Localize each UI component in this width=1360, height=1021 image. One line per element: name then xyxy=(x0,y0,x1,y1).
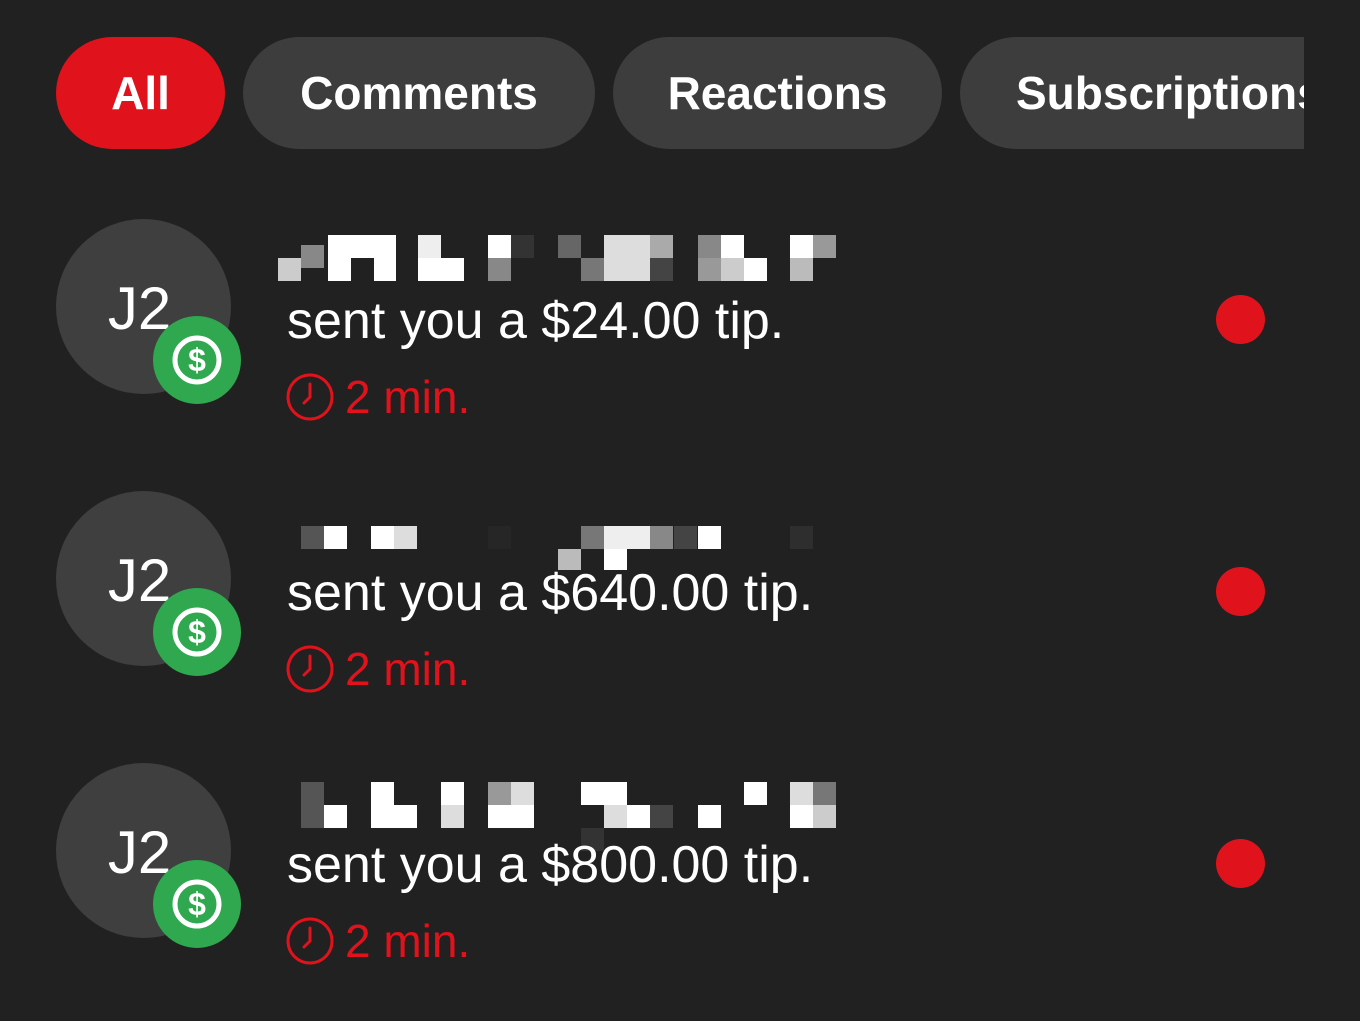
unread-dot xyxy=(1216,295,1265,344)
filter-tabs: All Comments Reactions Subscriptions xyxy=(0,37,1304,149)
notification-time: 2 min. xyxy=(285,371,470,423)
tab-comments[interactable]: Comments xyxy=(243,37,595,149)
unread-dot xyxy=(1216,567,1265,616)
time-label: 2 min. xyxy=(345,915,471,967)
tab-reactions[interactable]: Reactions xyxy=(613,37,942,149)
notification-message: sent you a $800.00 tip. xyxy=(287,836,814,894)
tip-badge: $ xyxy=(153,860,241,948)
dollar-icon: $ xyxy=(172,879,222,929)
sender-name-redacted xyxy=(278,505,838,570)
svg-text:$: $ xyxy=(188,342,206,378)
tab-all[interactable]: All xyxy=(56,37,225,149)
notification-time: 2 min. xyxy=(285,643,470,695)
tip-badge: $ xyxy=(153,316,241,404)
clock-icon xyxy=(286,917,334,965)
time-label: 2 min. xyxy=(345,643,471,695)
notifications-screen: All Comments Reactions Subscriptions J2 … xyxy=(0,0,1360,1021)
tab-subscriptions[interactable]: Subscriptions xyxy=(960,37,1304,149)
dollar-icon: $ xyxy=(172,335,222,385)
svg-text:$: $ xyxy=(188,886,206,922)
sender-name-redacted xyxy=(278,777,838,851)
notification-item[interactable]: J2 $ xyxy=(0,219,1360,491)
time-label: 2 min. xyxy=(345,371,471,423)
notification-message: sent you a $640.00 tip. xyxy=(287,564,814,622)
notification-item[interactable]: J2 $ sent you a $640.00 tip. 2 min. xyxy=(0,491,1360,763)
svg-text:$: $ xyxy=(188,614,206,650)
notification-message: sent you a $24.00 tip. xyxy=(287,292,785,350)
tip-badge: $ xyxy=(153,588,241,676)
sender-name-redacted xyxy=(278,233,838,281)
notification-time: 2 min. xyxy=(285,915,470,967)
clock-icon xyxy=(286,645,334,693)
unread-dot xyxy=(1216,839,1265,888)
dollar-icon: $ xyxy=(172,607,222,657)
notification-item[interactable]: J2 $ xyxy=(0,763,1360,1021)
clock-icon xyxy=(286,373,334,421)
